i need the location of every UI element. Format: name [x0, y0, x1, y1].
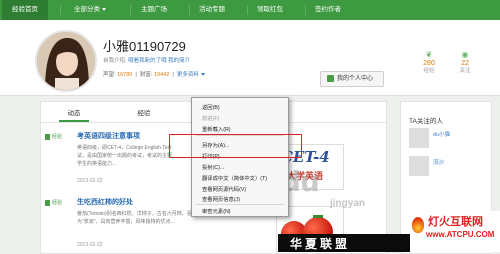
nav-home[interactable]: 经验首页 — [2, 0, 48, 20]
nav-red-packet[interactable]: 领取红包 — [257, 0, 283, 20]
article-title[interactable]: 生吃西红柿的好处 — [77, 197, 133, 207]
nav-authors[interactable]: 签约作者 — [315, 0, 341, 20]
leaf-icon: ❦ — [425, 50, 433, 59]
sidebar-heading: TA关注的人 — [409, 118, 443, 125]
stat-experience[interactable]: ❦ 280 经验 — [414, 50, 444, 75]
article-date: 2013-02-22 — [77, 178, 103, 184]
chevron-down-icon — [200, 73, 205, 77]
document-icon — [45, 133, 50, 140]
eye-icon: ◉ — [461, 50, 469, 59]
reputation-value: 16780 — [117, 72, 133, 78]
my-center-button[interactable]: 我的个人中心 — [320, 71, 384, 87]
tab-activity[interactable]: 动态 — [59, 108, 89, 122]
chevron-down-icon — [102, 7, 106, 11]
avatar-photo-icon — [37, 32, 95, 90]
wealth-value: 19442 — [153, 72, 170, 78]
menu-item-translate[interactable]: 翻译成中文（简体中文）(T) — [202, 174, 267, 182]
nav-all-categories[interactable]: 全部分类 — [74, 0, 106, 20]
leaf-icon — [313, 215, 323, 218]
menu-item-page-info[interactable]: 查看网页信息(J) — [202, 195, 240, 203]
article-date: 2013-02-22 — [77, 242, 103, 248]
avatar — [409, 156, 429, 176]
menu-item-back[interactable]: 返回(B) — [202, 103, 220, 111]
nav-events[interactable]: 活动专题 — [199, 0, 225, 20]
article-type-badge: 经验 — [45, 133, 62, 140]
stat-follow[interactable]: ◉ 22 关注 — [450, 50, 480, 75]
menu-item-inspect[interactable]: 审查元素(N) — [202, 207, 231, 215]
nav-divider — [247, 5, 248, 15]
menu-item-reload[interactable]: 重新载入(R) — [202, 125, 231, 133]
huaxia-watermark: 华夏联盟 — [278, 234, 410, 252]
followed-user[interactable]: 流沙 — [409, 156, 479, 182]
flame-icon — [412, 217, 424, 233]
nav-divider — [60, 5, 61, 15]
more-info-link[interactable]: 更多资料 — [177, 72, 199, 78]
article-title[interactable]: 考英语四级注意事项 — [77, 131, 140, 141]
avatar — [409, 128, 429, 148]
home-icon — [327, 75, 334, 82]
nav-divider — [305, 5, 306, 15]
highlight-box — [169, 134, 302, 158]
avatar[interactable] — [35, 30, 97, 92]
nav-divider — [130, 5, 131, 15]
site-badge-watermark: 灯火互联网 www.ATCPU.COM — [410, 211, 500, 252]
menu-item-cast[interactable]: 投射(C)... — [202, 163, 224, 171]
profile-stats-line: 声望: 16780 | 财富: 19442 | 更多资料 — [103, 70, 205, 78]
article-type-badge: 经验 — [45, 199, 62, 206]
self-intro: 自我介绍: 哦看我新的了哦 我的简介 — [103, 58, 191, 64]
nav-topic-square[interactable]: 主题广场 — [141, 0, 167, 20]
document-icon — [45, 199, 50, 206]
menu-item-view-source[interactable]: 查看网页源代码(V) — [202, 185, 246, 193]
menu-divider — [196, 204, 284, 205]
tab-experience[interactable]: 经验 — [129, 108, 159, 120]
nav-divider — [189, 5, 190, 15]
profile-header: 小雅01190729 自我介绍: 哦看我新的了哦 我的简介 声望: 16780 … — [0, 20, 500, 96]
menu-item-forward[interactable]: 前进(F) — [202, 114, 219, 122]
followed-user[interactable]: du小猫 — [409, 128, 479, 154]
top-nav: 经验首页 全部分类 主题广场 活动专题 领取红包 签约作者 — [0, 0, 500, 20]
baidu-watermark-sub: jingyan — [330, 198, 366, 209]
username: 小雅01190729 — [103, 39, 186, 54]
